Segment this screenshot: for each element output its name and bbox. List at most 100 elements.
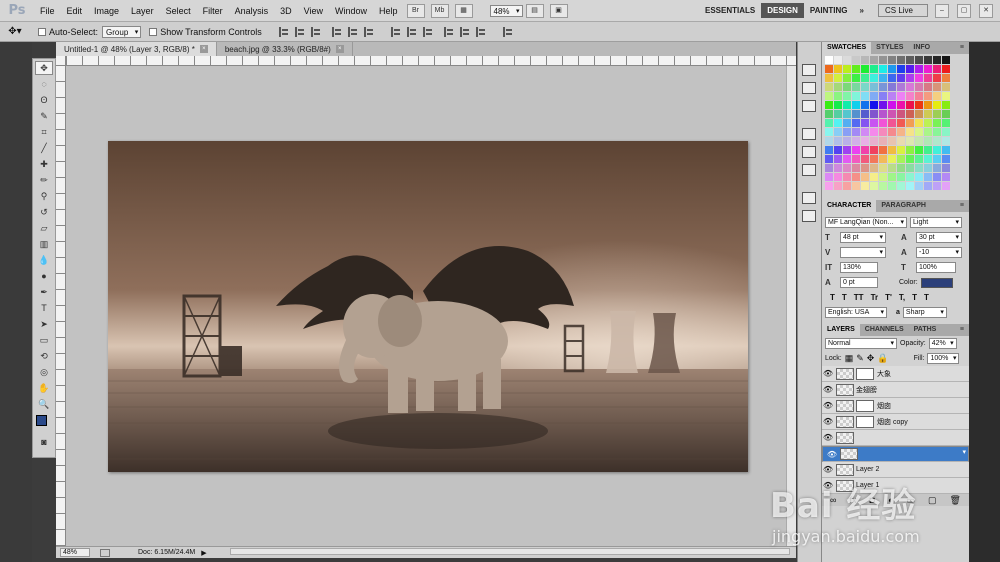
layer-row[interactable]: 👁 大象	[822, 366, 969, 382]
swatch[interactable]	[888, 56, 896, 64]
swatch[interactable]	[906, 110, 914, 118]
swatch[interactable]	[870, 128, 878, 136]
swatch[interactable]	[825, 56, 833, 64]
swatch[interactable]	[861, 137, 869, 145]
swatch[interactable]	[906, 119, 914, 127]
swatch[interactable]	[834, 101, 842, 109]
swatch[interactable]	[924, 56, 932, 64]
swatch[interactable]	[825, 128, 833, 136]
swatch[interactable]	[870, 137, 878, 145]
panel-menu-icon[interactable]: ≡	[955, 324, 969, 336]
swatch[interactable]	[843, 137, 851, 145]
pen-tool-icon[interactable]: ✒	[35, 285, 53, 299]
swatch[interactable]	[924, 83, 932, 91]
swatch[interactable]	[834, 128, 842, 136]
canvas-area[interactable]	[66, 66, 796, 546]
swatch[interactable]	[897, 128, 905, 136]
quick-select-tool-icon[interactable]: ✎	[35, 109, 53, 123]
zoom-select[interactable]: 48%	[489, 4, 523, 17]
layer-row[interactable]: 👁 烟囱	[822, 398, 969, 414]
menu-edit[interactable]: Edit	[61, 6, 89, 16]
hand-tool-icon[interactable]: ✋	[35, 381, 53, 395]
swatch[interactable]	[933, 182, 941, 190]
menu-analysis[interactable]: Analysis	[229, 6, 275, 16]
swatch[interactable]	[834, 164, 842, 172]
workspace-more-button[interactable]: »	[854, 3, 870, 18]
antialias-select[interactable]: Sharp	[902, 307, 947, 318]
swatch[interactable]	[906, 65, 914, 73]
distribute-right-icon[interactable]	[475, 26, 486, 37]
swatch[interactable]	[897, 65, 905, 73]
swatch[interactable]	[897, 146, 905, 154]
healing-tool-icon[interactable]: ✚	[35, 157, 53, 171]
clone-source-icon[interactable]	[802, 164, 816, 176]
swatch[interactable]	[870, 74, 878, 82]
swatch[interactable]	[861, 173, 869, 181]
cs-live-button[interactable]: CS Live	[877, 4, 928, 17]
horizontal-scale-field[interactable]: 100%	[916, 262, 956, 273]
distribute-top-icon[interactable]	[390, 26, 401, 37]
swatch[interactable]	[843, 146, 851, 154]
align-hcenter-icon[interactable]	[347, 26, 358, 37]
move-tool-icon[interactable]: ✥	[35, 61, 53, 75]
swatch[interactable]	[879, 182, 887, 190]
text-style-button[interactable]: T	[830, 293, 835, 302]
swatch[interactable]	[825, 119, 833, 127]
swatch[interactable]	[834, 65, 842, 73]
swatch[interactable]	[906, 173, 914, 181]
swatch[interactable]	[933, 128, 941, 136]
swatch[interactable]	[933, 146, 941, 154]
swatch[interactable]	[933, 110, 941, 118]
swatch[interactable]	[897, 155, 905, 163]
swatch[interactable]	[888, 146, 896, 154]
swatch[interactable]	[942, 137, 950, 145]
swatch[interactable]	[915, 101, 923, 109]
layer-mask-thumbnail[interactable]	[856, 415, 874, 428]
swatch[interactable]	[897, 74, 905, 82]
swatch[interactable]	[906, 83, 914, 91]
text-style-button[interactable]: T	[912, 293, 917, 302]
swatch[interactable]	[852, 164, 860, 172]
visibility-eye-icon[interactable]: 👁	[822, 401, 834, 410]
swatch[interactable]	[888, 65, 896, 73]
swatch[interactable]	[825, 65, 833, 73]
swatch[interactable]	[924, 137, 932, 145]
screen-mode-button[interactable]: ▣	[549, 3, 568, 18]
close-button[interactable]: ✕	[979, 3, 993, 18]
swatch[interactable]	[942, 146, 950, 154]
3d-rotate-tool-icon[interactable]: ⟲	[35, 349, 53, 363]
menu-select[interactable]: Select	[160, 6, 197, 16]
swatch[interactable]	[897, 83, 905, 91]
auto-align-icon[interactable]	[502, 26, 513, 37]
dodge-tool-icon[interactable]: ●	[35, 269, 53, 283]
swatch[interactable]	[915, 65, 923, 73]
swatch[interactable]	[852, 92, 860, 100]
swatch[interactable]	[933, 56, 941, 64]
swatch[interactable]	[825, 146, 833, 154]
swatch[interactable]	[861, 128, 869, 136]
swatch[interactable]	[870, 101, 878, 109]
distribute-left-icon[interactable]	[443, 26, 454, 37]
lock-transparency-icon[interactable]: ▦	[845, 353, 854, 364]
bridge-button[interactable]: Br	[406, 3, 425, 18]
workspace-design[interactable]: DESIGN	[761, 3, 804, 18]
swatch[interactable]	[834, 56, 842, 64]
swatch[interactable]	[915, 74, 923, 82]
swatch[interactable]	[870, 56, 878, 64]
minimize-button[interactable]: –	[935, 3, 949, 18]
swatch[interactable]	[834, 83, 842, 91]
menu-image[interactable]: Image	[88, 6, 125, 16]
tracking-field[interactable]: -10	[916, 247, 962, 258]
swatch[interactable]	[870, 119, 878, 127]
swatch[interactable]	[879, 128, 887, 136]
layer-row[interactable]: 👁 Layer 2	[822, 462, 969, 478]
swatch[interactable]	[915, 92, 923, 100]
swatch[interactable]	[897, 56, 905, 64]
menu-window[interactable]: Window	[329, 6, 373, 16]
swatch[interactable]	[924, 101, 932, 109]
swatch[interactable]	[897, 110, 905, 118]
swatch[interactable]	[915, 164, 923, 172]
layer-row[interactable]: 👁	[822, 446, 969, 462]
swatch[interactable]	[861, 155, 869, 163]
lock-pixels-icon[interactable]: ✎	[856, 353, 864, 364]
